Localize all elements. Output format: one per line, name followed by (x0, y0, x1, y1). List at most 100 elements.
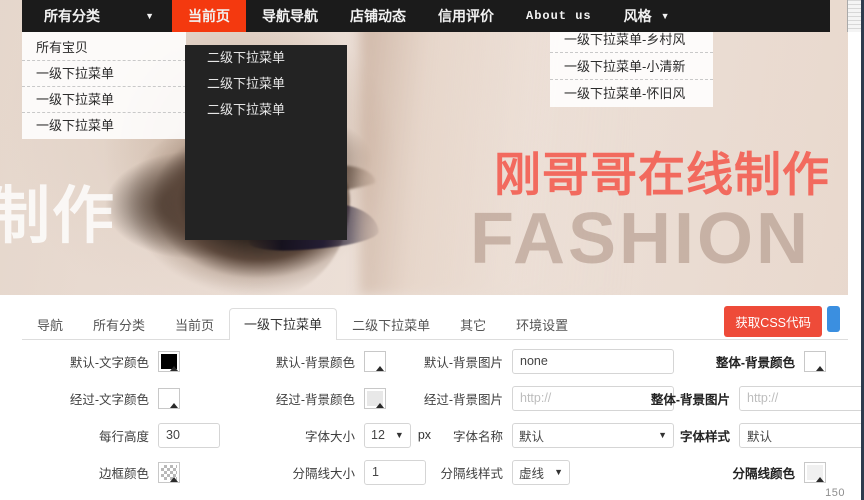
tab-current-page[interactable]: 当前页 (160, 310, 229, 340)
color-swatch-button[interactable] (158, 387, 180, 409)
nav-size-readout: 150 (825, 487, 845, 499)
banner-title: 刚哥哥在线制作 (494, 148, 830, 203)
field-hover-background-color: 经过-背景颜色 (218, 385, 424, 411)
caret-up-icon (816, 476, 824, 482)
banner-subtitle: FASHION (470, 199, 812, 279)
color-swatch-button[interactable] (158, 350, 180, 372)
field-border-color: 边框颜色 (0, 459, 218, 485)
field-control (364, 350, 424, 372)
field-control: 虚线 ▼ (512, 459, 674, 485)
dropdown-item[interactable]: 一级下拉菜单 (22, 61, 186, 87)
hover-background-image-input[interactable] (512, 385, 674, 411)
dropdown-style: 一级下拉菜单-乡村风 一级下拉菜单-小清新 一级下拉菜单-怀旧风 (550, 26, 713, 107)
font-family-value: 默认 (519, 429, 545, 444)
color-swatch-button[interactable] (158, 461, 180, 483)
dropdown-all-categories: 所有宝贝 一级下拉菜单 一级下拉菜单 一级下拉菜单 (22, 32, 186, 139)
chevron-down-icon: ▼ (145, 10, 154, 21)
nav-item-credit-rating[interactable]: 信用评价 (422, 0, 510, 32)
color-swatch-button[interactable] (804, 461, 826, 483)
row-height-input[interactable] (158, 422, 220, 448)
field-control: 默认 ▼ (512, 422, 674, 448)
secondary-action-button[interactable] (827, 306, 840, 332)
chevron-down-icon: ▼ (660, 10, 670, 21)
color-swatch-button[interactable] (364, 350, 386, 372)
nav-item-label: 当前页 (188, 8, 230, 24)
nav-item-style[interactable]: 风格 ▼ (608, 0, 686, 32)
get-css-code-button[interactable]: 获取CSS代码 (724, 306, 822, 337)
field-label: 经过-背景图片 (423, 392, 503, 407)
preview-navbar: 所有分类 ▼ 当前页 导航导航 店铺动态 信用评价 About us 风格 ▼ (22, 0, 830, 32)
chevron-down-icon: ▼ (658, 429, 667, 440)
field-label: 分隔线颜色 (732, 466, 795, 481)
field-label: 整体-背景图片 (650, 392, 730, 407)
tab-navigation[interactable]: 导航 (22, 310, 78, 340)
field-font-style: 字体样式 (674, 422, 861, 448)
default-background-image-input[interactable] (512, 348, 674, 374)
nav-item-navigation[interactable]: 导航导航 (246, 0, 334, 32)
divider-style-value: 虚线 (519, 466, 545, 481)
color-swatch-button[interactable] (804, 350, 826, 372)
nav-item-shop-updates[interactable]: 店铺动态 (334, 0, 422, 32)
field-control (158, 461, 218, 483)
tab-other[interactable]: 其它 (445, 310, 501, 340)
nav-item-all-categories[interactable]: 所有分类 ▼ (22, 0, 172, 32)
field-control (364, 459, 426, 485)
caret-up-icon (376, 365, 384, 371)
nav-item-about-us[interactable]: About us (510, 0, 608, 32)
banner-watermark: 制作 (0, 179, 117, 252)
dropdown-item[interactable]: 一级下拉菜单 (22, 87, 186, 113)
dropdown-item[interactable]: 二级下拉菜单 (185, 97, 347, 123)
field-control (158, 350, 218, 372)
divider-size-input[interactable] (364, 459, 426, 485)
field-default-text-color: 默认-文字颜色 (0, 348, 218, 374)
tab-second-level-dropdown[interactable]: 二级下拉菜单 (337, 310, 445, 340)
nav-item-label: About us (526, 9, 592, 23)
dropdown-item[interactable]: 二级下拉菜单 (185, 71, 347, 97)
field-default-background-color: 默认-背景颜色 (218, 348, 424, 374)
caret-up-icon (816, 365, 824, 371)
nav-item-label: 风格 (623, 8, 652, 24)
nav-item-label: 店铺动态 (350, 8, 406, 24)
field-label: 字体大小 (304, 429, 355, 444)
field-font-family: 字体名称 默认 ▼ (424, 422, 674, 448)
field-default-background-image: 默认-背景图片 (424, 348, 674, 374)
nav-item-current-page[interactable]: 当前页 (172, 0, 246, 32)
chevron-down-icon: ▼ (554, 466, 563, 477)
dropdown-item[interactable]: 一级下拉菜单-怀旧风 (550, 80, 713, 107)
field-label: 经过-文字颜色 (69, 392, 149, 407)
field-label: 整体-背景颜色 (715, 355, 795, 370)
field-label: 边框颜色 (98, 466, 149, 481)
dropdown-item[interactable]: 一级下拉菜单-小清新 (550, 53, 713, 80)
field-control (804, 461, 861, 483)
field-control: 12 ▼ px (364, 422, 431, 448)
field-label: 字体样式 (679, 429, 730, 444)
overall-background-image-input[interactable] (739, 385, 861, 411)
field-divider-size: 分隔线大小 (218, 459, 426, 485)
divider-style-select[interactable]: 虚线 ▼ (512, 459, 570, 485)
nav-item-label: 信用评价 (438, 8, 494, 24)
field-control (512, 348, 674, 374)
field-label: 每行高度 (98, 429, 149, 444)
caret-up-icon (170, 365, 178, 371)
field-font-size: 字体大小 12 ▼ px (218, 422, 431, 448)
dropdown-item[interactable]: 所有宝贝 (22, 35, 186, 61)
font-style-input[interactable] (739, 422, 861, 448)
dropdown-second-level: 二级下拉菜单 二级下拉菜单 二级下拉菜单 (185, 45, 347, 240)
field-divider-style: 分隔线样式 虚线 ▼ (424, 459, 674, 485)
font-size-value: 12 (371, 428, 385, 442)
field-hover-background-image: 经过-背景图片 (424, 385, 674, 411)
field-label: 默认-文字颜色 (69, 355, 149, 370)
tab-first-level-dropdown[interactable]: 一级下拉菜单 (229, 308, 338, 340)
font-size-select[interactable]: 12 ▼ (364, 422, 411, 448)
settings-form: 默认-文字颜色 默认-背景颜色 默认-背景图片 none 整体-背景颜色 经过-… (0, 348, 861, 485)
color-swatch-button[interactable] (364, 387, 386, 409)
tab-all-categories[interactable]: 所有分类 (78, 310, 160, 340)
resize-ruler-handle[interactable] (847, 0, 861, 32)
field-control (158, 422, 220, 448)
tab-environment-settings[interactable]: 环境设置 (501, 310, 583, 340)
dropdown-item[interactable]: 一级下拉菜单 (22, 113, 186, 139)
font-family-select[interactable]: 默认 ▼ (512, 422, 674, 448)
field-control (364, 387, 424, 409)
dropdown-item[interactable]: 二级下拉菜单 (185, 45, 347, 71)
field-control (739, 422, 861, 448)
